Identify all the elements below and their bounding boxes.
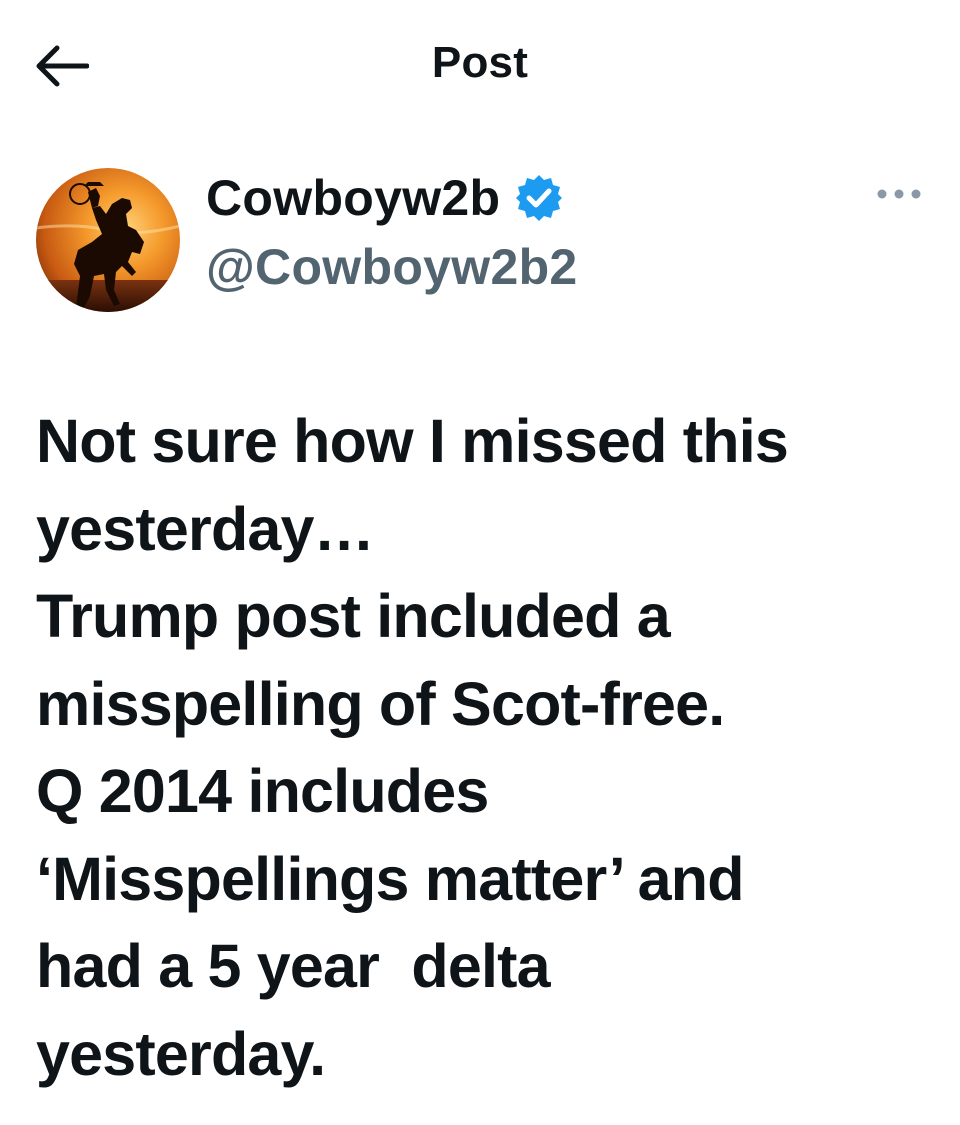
more-options-button[interactable] — [872, 180, 926, 208]
post-text-line: ‘Misspellings matter’ and — [36, 844, 744, 913]
user-handle[interactable]: @Cowboyw2b2 — [206, 238, 578, 296]
post-text-line: had a 5 year delta — [36, 932, 551, 1000]
post-author: Cowboyw2b @Cowboyw2b2 — [36, 168, 926, 318]
post-text-line: Not sure how I missed this — [36, 407, 789, 475]
post-text-line: yesterday… — [36, 494, 375, 563]
post-text-line: yesterday. — [36, 1019, 326, 1088]
avatar[interactable] — [36, 168, 180, 312]
post-text-line: Trump post included a — [36, 582, 671, 650]
display-name-row: Cowboyw2b — [206, 170, 564, 226]
post-text-line: misspelling of Scot-free. — [36, 669, 725, 738]
display-name[interactable]: Cowboyw2b — [206, 169, 500, 227]
page-title: Post — [431, 38, 529, 87]
top-bar: Post — [0, 0, 960, 130]
verified-badge-icon — [514, 173, 564, 223]
post-text: Not sure how I missed this yesterday… Tr… — [36, 398, 936, 1098]
more-horizontal-icon — [877, 189, 921, 199]
post-text-line: Q 2014 includes — [36, 757, 489, 825]
